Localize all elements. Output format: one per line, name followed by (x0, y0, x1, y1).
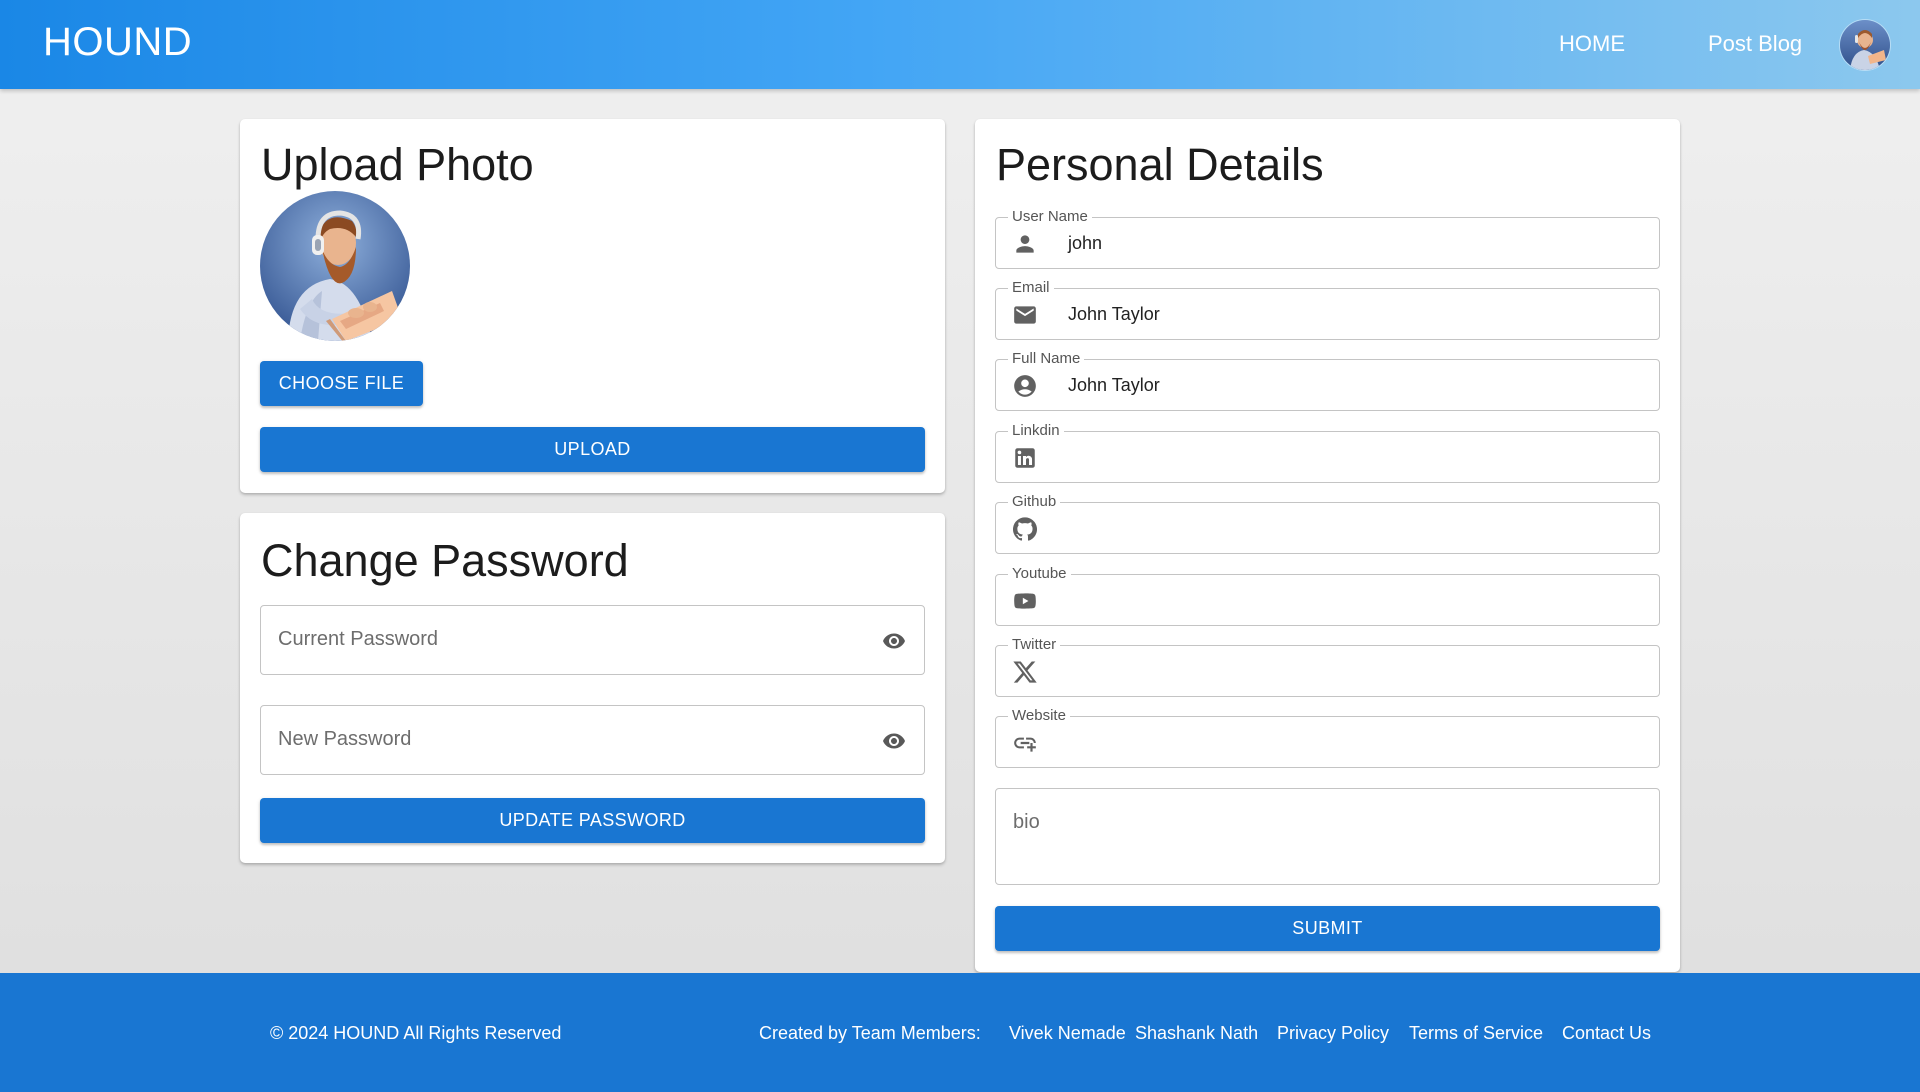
footer: © 2024 HOUND All Rights Reserved Created… (0, 973, 1920, 1092)
bio-textarea[interactable]: bio (995, 788, 1660, 885)
change-password-title: Change Password (261, 535, 629, 586)
personal-details-card: Personal Details User Name john Email Jo… (975, 119, 1680, 972)
profile-photo-illustration (260, 191, 410, 341)
x-twitter-icon (1012, 659, 1038, 685)
username-label: User Name (1008, 208, 1092, 226)
visibility-toggle-icon[interactable] (880, 729, 908, 753)
email-icon (1012, 302, 1038, 328)
avatar-illustration (1840, 20, 1890, 70)
brand-logo-text[interactable]: HOUND (43, 20, 192, 65)
change-password-card: Change Password Current Password New Pas… (240, 513, 945, 863)
footer-created-by: Created by Team Members: (759, 1023, 981, 1043)
nav-home-link[interactable]: HOME (1559, 31, 1625, 57)
linkedin-label: Linkdin (1008, 422, 1064, 440)
add-link-icon (1012, 730, 1038, 756)
new-password-input[interactable]: New Password (260, 705, 925, 775)
app-bar: HOUND HOME Post Blog (0, 0, 1920, 89)
youtube-icon (1012, 588, 1038, 614)
email-label: Email (1008, 279, 1054, 297)
email-value: John Taylor (1068, 304, 1160, 324)
bio-placeholder: bio (1013, 811, 1040, 833)
personal-details-title: Personal Details (996, 139, 1324, 190)
footer-contact-link[interactable]: Contact Us (1562, 1023, 1651, 1044)
github-icon (1012, 516, 1038, 542)
footer-member-link[interactable]: Shashank Nath (1135, 1023, 1258, 1044)
email-field[interactable]: Email John Taylor (995, 279, 1660, 340)
github-field[interactable]: Github (995, 493, 1660, 554)
linkedin-icon (1012, 445, 1038, 471)
upload-button[interactable]: UPLOAD (260, 427, 925, 472)
footer-member-link[interactable]: Vivek Nemade (1009, 1023, 1126, 1044)
upload-photo-card: Upload Photo CHOOSE FILE UPLOAD (240, 119, 945, 493)
upload-photo-title: Upload Photo (261, 139, 534, 190)
youtube-label: Youtube (1008, 565, 1071, 583)
full-name-field[interactable]: Full Name John Taylor (995, 350, 1660, 411)
footer-privacy-link[interactable]: Privacy Policy (1277, 1023, 1389, 1044)
profile-photo (260, 191, 410, 341)
username-value: john (1068, 233, 1103, 253)
twitter-field[interactable]: Twitter (995, 636, 1660, 697)
username-field[interactable]: User Name john (995, 208, 1660, 269)
current-password-placeholder: Current Password (278, 628, 439, 650)
current-password-input[interactable]: Current Password (260, 605, 925, 675)
new-password-placeholder: New Password (278, 728, 412, 750)
account-circle-icon (1012, 373, 1038, 399)
youtube-field[interactable]: Youtube (995, 565, 1660, 626)
linkedin-field[interactable]: Linkdin (995, 422, 1660, 483)
person-icon (1012, 231, 1038, 257)
website-label: Website (1008, 707, 1070, 725)
user-avatar-button[interactable] (1840, 20, 1890, 70)
twitter-label: Twitter (1008, 636, 1061, 654)
footer-terms-link[interactable]: Terms of Service (1409, 1023, 1543, 1044)
website-field[interactable]: Website (995, 707, 1660, 768)
nav-post-blog-link[interactable]: Post Blog (1708, 31, 1802, 57)
github-label: Github (1008, 493, 1061, 511)
choose-file-button[interactable]: CHOOSE FILE (260, 361, 423, 406)
full-name-label: Full Name (1008, 350, 1085, 368)
visibility-toggle-icon[interactable] (880, 629, 908, 653)
full-name-value: John Taylor (1068, 375, 1160, 395)
footer-copyright: © 2024 HOUND All Rights Reserved (270, 1023, 562, 1043)
submit-button[interactable]: SUBMIT (995, 906, 1660, 951)
update-password-button[interactable]: UPDATE PASSWORD (260, 798, 925, 843)
